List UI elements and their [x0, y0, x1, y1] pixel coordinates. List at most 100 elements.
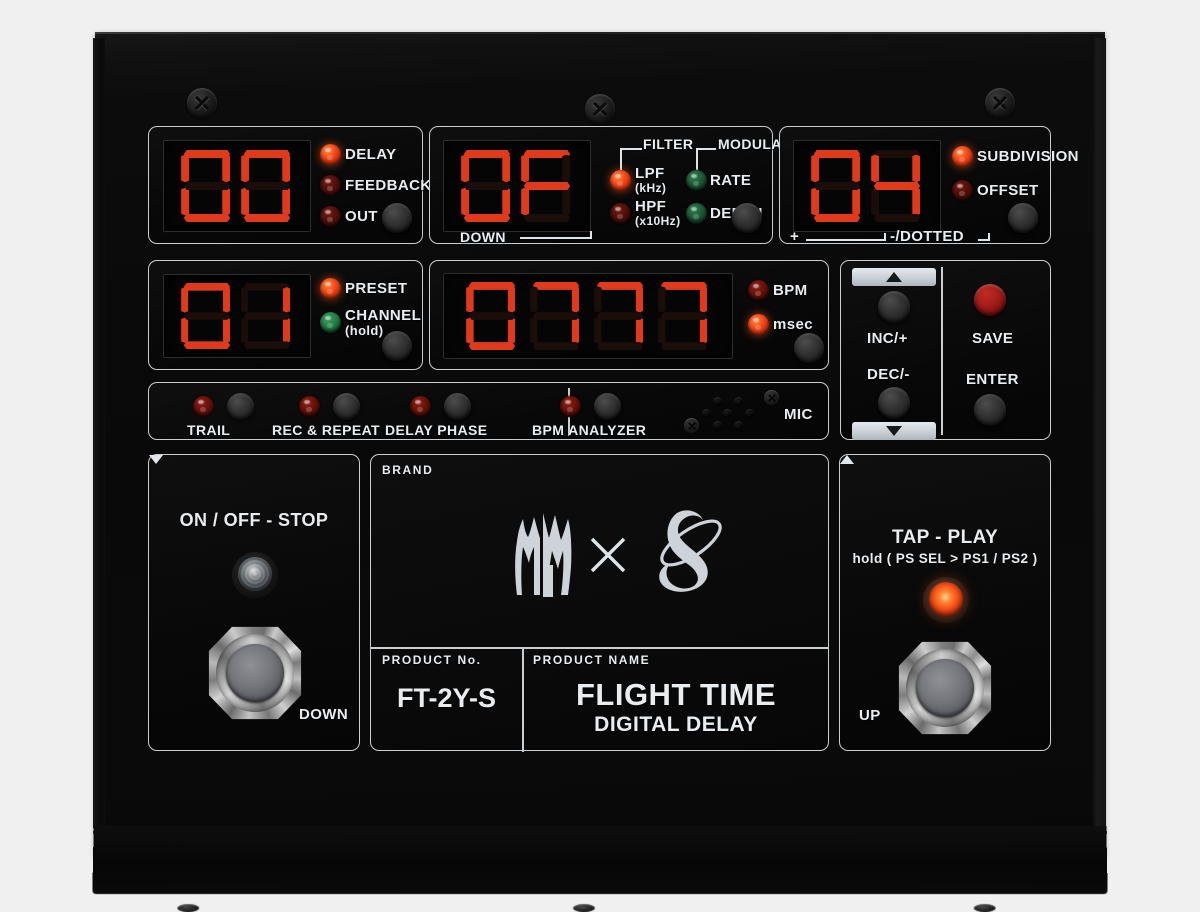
panel-control-cluster: INC/+ DEC/- SAVE ENTER: [840, 260, 1051, 440]
value-product-subtitle: DIGITAL DELAY: [522, 713, 830, 737]
label-lpf-unit: (kHz): [635, 181, 666, 195]
modulation-bracket-down: [696, 148, 698, 170]
front-screw-right: [974, 904, 996, 912]
time-select-button[interactable]: [794, 333, 824, 363]
subdivision-select-button[interactable]: [1008, 203, 1038, 233]
filter-bracket-top: [620, 148, 642, 150]
label-onoff-stop: ON / OFF - STOP: [149, 510, 359, 531]
subdivision-digits: [794, 141, 940, 231]
down-direction-arrow-icon: [149, 455, 163, 464]
front-screw-left: [177, 904, 199, 912]
mic-hole-1: [713, 397, 722, 406]
label-hpf: HPF: [635, 198, 666, 215]
enter-button[interactable]: [974, 394, 1006, 426]
chassis-right-edge: [1092, 38, 1106, 828]
brand-logo-left-icon: [507, 507, 581, 597]
chassis-screw-left: [187, 88, 217, 118]
value-product-no: FT-2Y-S: [371, 683, 522, 714]
label-brand: BRAND: [382, 463, 433, 477]
seven-segment-digit: [868, 150, 926, 222]
led-lpf: [610, 170, 631, 191]
seven-segment-digit: [178, 283, 236, 349]
value-product-name: FLIGHT TIME: [522, 677, 830, 713]
rec-repeat-button[interactable]: [333, 393, 360, 420]
label-scale-dotted: -/DOTTED: [890, 228, 964, 245]
save-button[interactable]: [974, 284, 1006, 316]
chassis-screw-right: [985, 88, 1015, 118]
seven-segment-digit: [808, 150, 866, 222]
down-bracket-line: [520, 237, 592, 239]
inc-arrow-plate[interactable]: [852, 268, 936, 286]
brand-logo-right-icon: [643, 505, 725, 595]
led-depth: [686, 203, 707, 224]
label-preset: PRESET: [345, 280, 407, 297]
dec-button[interactable]: [878, 387, 910, 419]
label-trail: TRAIL: [187, 422, 230, 438]
label-rate: RATE: [710, 172, 751, 189]
label-mic: MIC: [784, 406, 813, 423]
bpm-analyzer-button[interactable]: [594, 393, 621, 420]
preset-digits: [164, 275, 310, 357]
preset-display: [163, 274, 311, 358]
panel-onoff-stop: ON / OFF - STOP DOWN: [148, 454, 360, 751]
up-arrow-icon: [886, 272, 902, 282]
label-delay: DELAY: [345, 146, 396, 163]
scale-bracket-tick-right: [988, 233, 990, 241]
filter-mod-select-button[interactable]: [732, 203, 762, 233]
front-screw-center: [573, 904, 595, 912]
label-hpf-unit: (x10Hz): [635, 214, 680, 228]
inc-button[interactable]: [878, 291, 910, 323]
preset-select-button[interactable]: [382, 331, 412, 361]
led-trail: [193, 396, 214, 417]
seven-segment-digit: [518, 150, 576, 222]
label-inc: INC/+: [867, 330, 908, 347]
led-feedback: [320, 175, 341, 196]
mic-hole-2: [734, 397, 743, 406]
label-down-direction: DOWN: [299, 706, 348, 723]
led-preset: [320, 278, 341, 299]
onoff-indicator-lamp: [232, 552, 278, 598]
led-delay: [320, 144, 341, 165]
led-msec: [748, 314, 769, 335]
modulation-bracket-top: [696, 148, 716, 150]
label-enter: ENTER: [966, 371, 1019, 388]
scale-bracket-line: [806, 239, 886, 241]
led-out: [320, 206, 341, 227]
brand-horizontal-rule: [371, 647, 828, 649]
pedal-chassis: DELAY FEEDBACK OUT DOWN FILTER LPF (kHz)…: [95, 32, 1105, 858]
trail-button[interactable]: [227, 393, 254, 420]
mic-hole-4: [723, 409, 732, 418]
logo-separator-x-icon: [588, 535, 628, 575]
panel-function-switches: TRAIL REC & REPEAT DELAY PHASE BPM ANALY…: [148, 382, 829, 440]
seven-segment-digit: [238, 150, 296, 222]
down-arrow-icon: [886, 426, 902, 436]
label-bpm-analyzer: BPM ANALYZER: [532, 422, 646, 438]
filter-bracket-down: [620, 148, 622, 170]
delay-phase-button[interactable]: [444, 393, 471, 420]
led-subdivision: [952, 146, 973, 167]
seven-segment-digit: [527, 282, 585, 350]
delay-select-button[interactable]: [382, 203, 412, 233]
tap-play-footswitch[interactable]: [897, 640, 993, 736]
seven-segment-digit: [178, 150, 236, 222]
scale-bracket-tick-left: [884, 233, 886, 241]
label-subdivision: SUBDIVISION: [977, 148, 1079, 165]
delay-level-display: [163, 140, 311, 232]
panel-brand-product: BRAND PRODUCT No. FT-2Y-S PRODUCT NAME F…: [370, 454, 829, 751]
led-channel: [320, 312, 341, 333]
label-tap-play-hold: hold ( PS SEL > PS1 / PS2 ): [840, 551, 1050, 566]
label-product-name: PRODUCT NAME: [533, 653, 650, 667]
dec-arrow-plate[interactable]: [852, 422, 936, 440]
led-bpm: [748, 280, 769, 301]
led-hpf: [610, 203, 631, 224]
label-filter-group: FILTER: [643, 136, 693, 152]
label-dec: DEC/-: [867, 366, 910, 383]
led-bpm-analyzer: [560, 396, 581, 417]
delay-level-digits: [164, 141, 310, 231]
label-bpm: BPM: [773, 282, 808, 299]
led-rate: [686, 170, 707, 191]
onoff-footswitch[interactable]: [207, 625, 303, 721]
label-save: SAVE: [972, 330, 1013, 347]
control-cluster-divider: [941, 267, 943, 435]
panel-filter-modulation: DOWN FILTER LPF (kHz) HPF (x10Hz) MODULA…: [429, 126, 773, 244]
